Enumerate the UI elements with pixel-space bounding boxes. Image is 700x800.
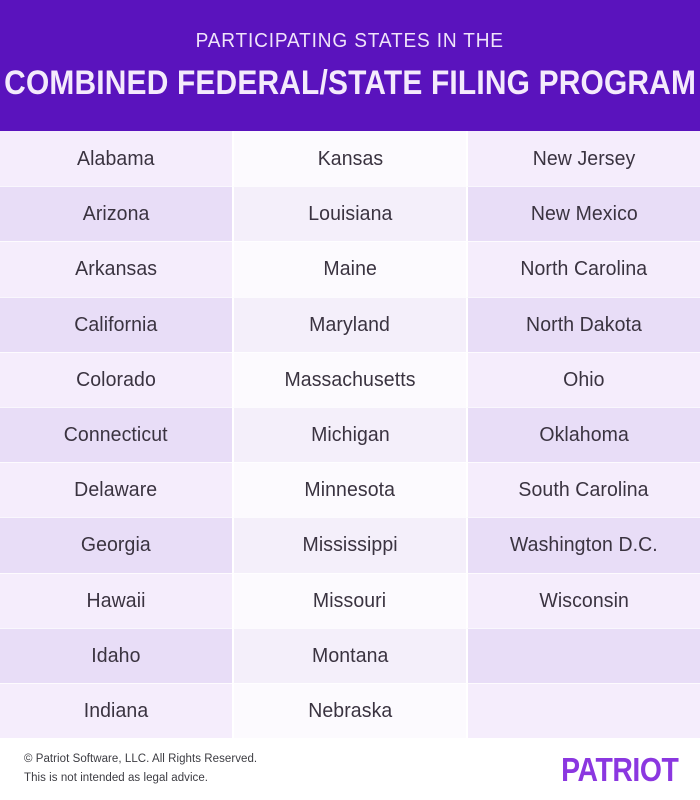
- state-name: Indiana: [83, 698, 149, 722]
- state-name: New Mexico: [530, 202, 638, 226]
- state-cell: Hawaii: [0, 572, 232, 628]
- state-cell: Indiana: [0, 682, 232, 739]
- state-cell: Washington D.C.: [466, 517, 700, 573]
- state-name: California: [74, 312, 158, 336]
- state-cell: Michigan: [232, 406, 466, 463]
- state-name: Minnesota: [304, 478, 396, 502]
- state-name: Colorado: [76, 367, 156, 391]
- state-name: Missouri: [313, 588, 387, 612]
- state-name: Wisconsin: [539, 588, 629, 612]
- state-cell: South Carolina: [466, 462, 700, 518]
- table-row: Connecticut Michigan Oklahoma: [0, 406, 700, 463]
- state-cell: Montana: [232, 627, 466, 683]
- state-cell: Kansas: [232, 131, 466, 187]
- state-name: Arizona: [82, 202, 150, 226]
- state-cell: New Mexico: [466, 186, 700, 242]
- state-name: Montana: [311, 643, 389, 667]
- state-cell: Oklahoma: [466, 406, 700, 463]
- state-name: North Dakota: [526, 312, 642, 336]
- state-name: Georgia: [81, 533, 151, 557]
- state-name: Louisiana: [307, 202, 393, 226]
- table-row: Georgia Mississippi Washington D.C.: [0, 517, 700, 573]
- state-name: Arkansas: [75, 257, 157, 281]
- state-cell: Colorado: [0, 351, 232, 407]
- state-cell: Alabama: [0, 131, 232, 187]
- state-cell: Arkansas: [0, 241, 232, 297]
- state-name: Oklahoma: [539, 423, 629, 447]
- state-name: Idaho: [91, 643, 141, 667]
- table-row: Hawaii Missouri Wisconsin: [0, 572, 700, 628]
- state-name: Michigan: [310, 423, 390, 447]
- states-table: Alabama Kansas New Jersey Arizona Louisi…: [0, 131, 700, 739]
- state-name: Hawaii: [86, 588, 146, 612]
- state-name: Kansas: [317, 146, 383, 170]
- state-cell: Maryland: [232, 296, 466, 352]
- state-name: Connecticut: [64, 423, 168, 447]
- state-name: South Carolina: [518, 478, 650, 502]
- table-row: Arkansas Maine North Carolina: [0, 241, 700, 297]
- state-cell-empty: [466, 627, 700, 683]
- table-row: Colorado Massachusetts Ohio: [0, 351, 700, 407]
- state-name: Delaware: [74, 478, 158, 502]
- state-cell: Arizona: [0, 186, 232, 242]
- state-cell: Louisiana: [232, 186, 466, 242]
- state-name: New Jersey: [532, 146, 636, 170]
- table-row: Arizona Louisiana New Mexico: [0, 186, 700, 242]
- header-banner: PARTICIPATING STATES IN THE COMBINED FED…: [0, 0, 700, 131]
- header-subtitle: PARTICIPATING STATES IN THE: [195, 28, 505, 52]
- state-name: Massachusetts: [284, 367, 416, 391]
- state-cell: Missouri: [232, 572, 466, 628]
- state-cell: Mississippi: [232, 517, 466, 573]
- state-name: Mississippi: [302, 533, 398, 557]
- table-row: Alabama Kansas New Jersey: [0, 131, 700, 187]
- state-cell: Massachusetts: [232, 351, 466, 407]
- infographic-card: PARTICIPATING STATES IN THE COMBINED FED…: [0, 0, 700, 800]
- table-row: California Maryland North Dakota: [0, 296, 700, 352]
- table-row: Indiana Nebraska: [0, 682, 700, 739]
- footer-legal-text: © Patriot Software, LLC. All Rights Rese…: [24, 752, 258, 785]
- state-cell: Connecticut: [0, 406, 232, 463]
- state-cell: Idaho: [0, 627, 232, 683]
- state-cell: Nebraska: [232, 682, 466, 739]
- state-name: Nebraska: [307, 698, 393, 722]
- page-title: COMBINED FEDERAL/STATE FILING PROGRAM: [4, 64, 696, 103]
- state-cell: Minnesota: [232, 462, 466, 518]
- table-row: Idaho Montana: [0, 627, 700, 683]
- patriot-logo: PATRIOT: [560, 750, 679, 788]
- state-cell: North Carolina: [466, 241, 700, 297]
- copyright-text: © Patriot Software, LLC. All Rights Rese…: [24, 752, 258, 765]
- state-cell: California: [0, 296, 232, 352]
- state-cell: North Dakota: [466, 296, 700, 352]
- state-cell: New Jersey: [466, 131, 700, 187]
- state-cell: Delaware: [0, 462, 232, 518]
- state-name: Maryland: [309, 312, 391, 336]
- state-name: Washington D.C.: [510, 533, 658, 557]
- table-row: Delaware Minnesota South Carolina: [0, 462, 700, 518]
- state-cell: Ohio: [466, 351, 700, 407]
- state-cell: Georgia: [0, 517, 232, 573]
- state-cell: Wisconsin: [466, 572, 700, 628]
- state-name: Ohio: [563, 367, 605, 391]
- state-cell-empty: [466, 682, 700, 739]
- state-name: North Carolina: [520, 257, 648, 281]
- disclaimer-text: This is not intended as legal advice.: [24, 772, 209, 784]
- state-name: Maine: [323, 257, 377, 281]
- footer: © Patriot Software, LLC. All Rights Rese…: [0, 738, 700, 800]
- state-cell: Maine: [232, 241, 466, 297]
- state-name: Alabama: [77, 146, 155, 170]
